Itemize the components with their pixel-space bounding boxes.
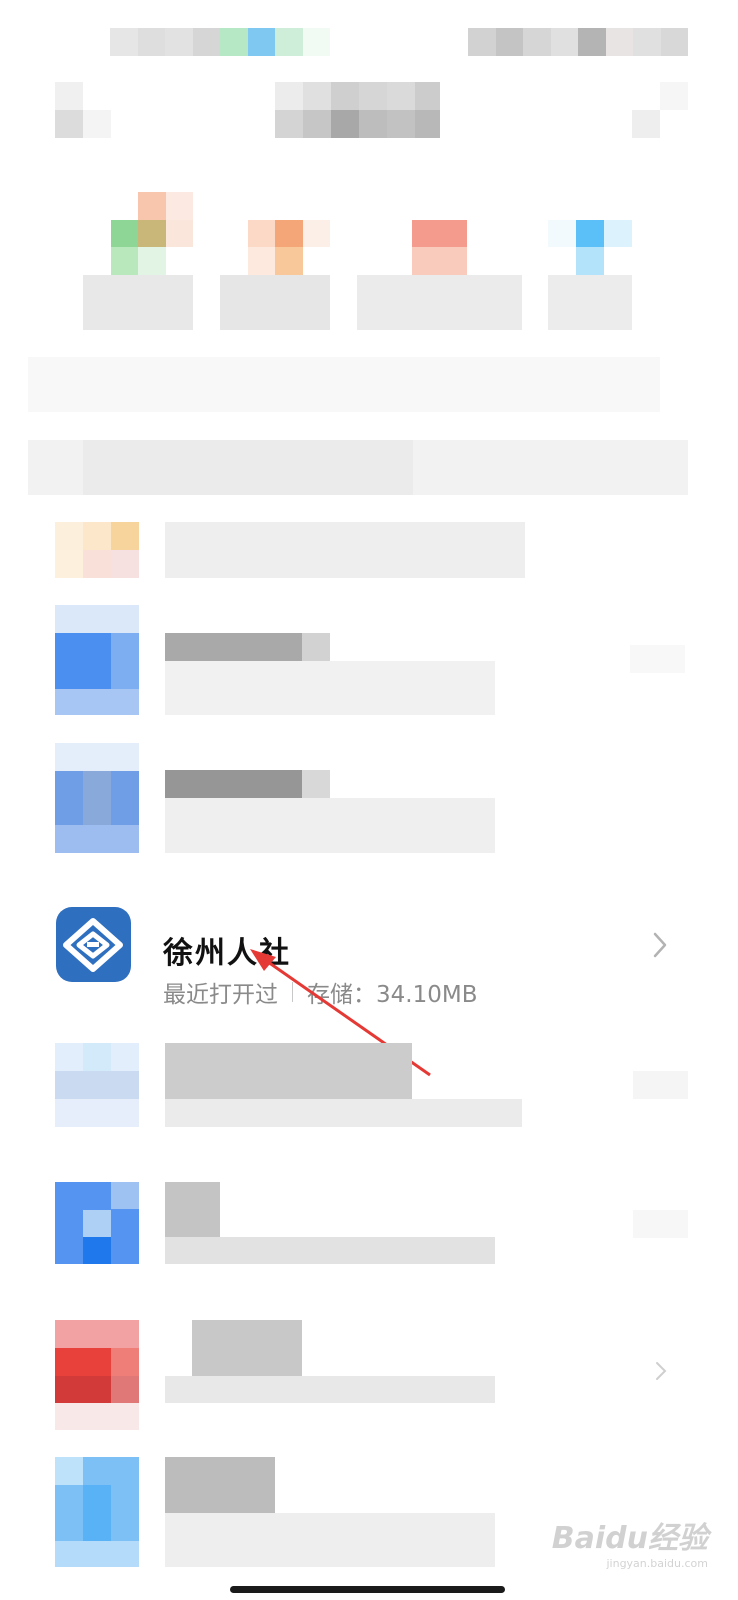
chevron-right-icon[interactable]: [652, 1358, 670, 1384]
section-divider-blurred: [28, 357, 660, 412]
app-logo-icon: [56, 907, 131, 982]
back-button-blurred[interactable]: [55, 82, 111, 138]
status-bar-right-blurred: [468, 28, 688, 56]
category-tab-1[interactable]: [83, 192, 193, 330]
category-tab-2[interactable]: [220, 192, 330, 330]
home-indicator[interactable]: [230, 1586, 505, 1593]
watermark-brand: Baidu经验: [551, 1521, 708, 1556]
watermark-site: jingyan.baidu.com: [606, 1557, 708, 1570]
list-item[interactable]: [55, 743, 495, 853]
menu-button-blurred[interactable]: [632, 82, 688, 138]
list-item[interactable]: [55, 1043, 690, 1127]
category-tab-3[interactable]: [357, 192, 522, 330]
watermark: Baidu经验 jingyan.baidu.com: [552, 1513, 708, 1570]
page-title-blurred: [275, 82, 440, 138]
list-item[interactable]: [55, 605, 685, 715]
category-tab-4[interactable]: [548, 192, 632, 330]
section-header-blurred: [28, 440, 688, 495]
list-item[interactable]: [55, 1457, 495, 1567]
chevron-right-icon[interactable]: [648, 928, 672, 962]
list-item[interactable]: [55, 1182, 690, 1264]
status-bar-blurred: [110, 28, 330, 56]
list-item[interactable]: [55, 522, 525, 578]
list-item[interactable]: [55, 1320, 690, 1430]
